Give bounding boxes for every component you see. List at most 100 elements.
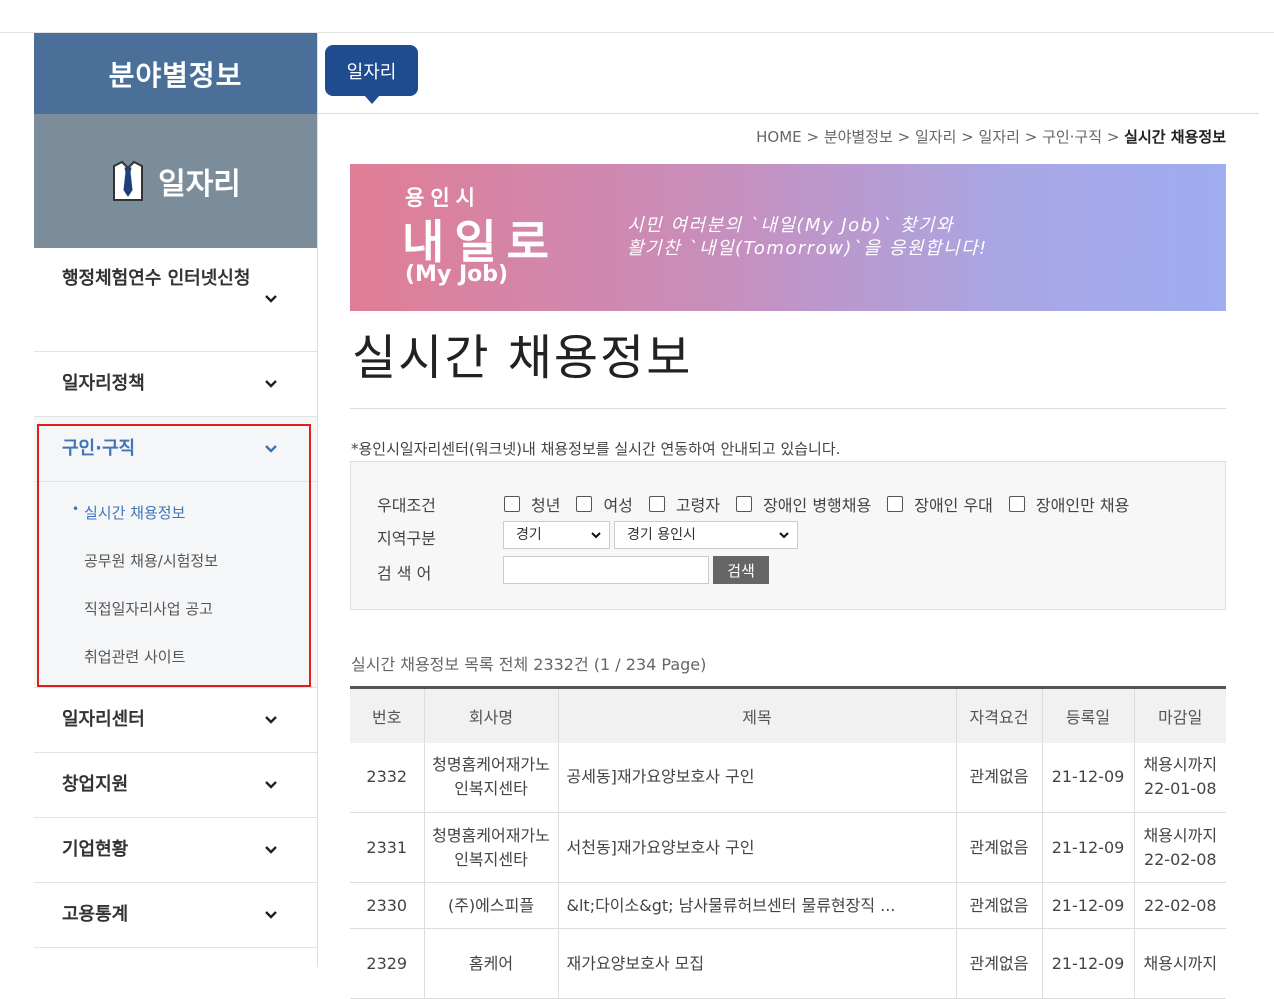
region-city-select[interactable]: 경기 용인시 [614, 521, 798, 549]
cell-reg-date: 21-12-09 [1042, 928, 1135, 999]
checkbox-youth[interactable]: 청년 [504, 492, 560, 516]
breadcrumb-home[interactable]: HOME [756, 128, 802, 146]
cell-deadline: 22-02-08 [1134, 882, 1226, 929]
cell-number: 2331 [350, 812, 425, 883]
sidebar-category: 일자리 [34, 114, 317, 248]
checkbox-senior[interactable]: 고령자 [648, 492, 721, 516]
breadcrumb-separator: > [961, 128, 974, 146]
checkbox-label: 여성 [603, 496, 633, 515]
cell-reg-date: 21-12-09 [1042, 882, 1135, 929]
chevron-down-icon [265, 846, 277, 854]
table-row[interactable]: 2329 홈케어 재가요양보호사 모집 관계없음 21-12-09 채용시까지 [350, 928, 1226, 999]
cell-title-link[interactable]: 재가요양보호사 모집 [558, 928, 957, 999]
column-header: 회사명 [424, 686, 559, 743]
condition-label: 우대조건 [377, 496, 436, 515]
checkbox-box[interactable] [648, 496, 665, 512]
sidebar-item-label: 일자리정책 [62, 373, 145, 394]
chevron-down-icon [265, 716, 277, 724]
breadcrumb-item[interactable]: 분야별정보 [824, 128, 893, 146]
breadcrumb-item[interactable]: 일자리 [979, 128, 1020, 146]
checkbox-box[interactable] [504, 496, 520, 512]
region-province-select[interactable]: 경기 [503, 521, 610, 549]
cell-reg-date: 21-12-09 [1042, 742, 1135, 813]
select-value: 경기 [516, 527, 542, 543]
chevron-down-icon [591, 532, 601, 539]
column-header: 제목 [558, 686, 957, 743]
deadline-line: 22-01-08 [1143, 779, 1217, 799]
column-header: 마감일 [1134, 686, 1226, 743]
breadcrumb-separator: > [1106, 128, 1120, 146]
shirt-tie-icon [113, 160, 144, 201]
cell-deadline: 채용시까지 22-01-08 [1134, 742, 1226, 813]
condition-checkboxes: 청년 여성 고령자 장애인 병행채용 장애인 우대 장애인만 채용 [504, 492, 1145, 516]
table-row[interactable]: 2332 청명홈케어재가노 인복지센타 공세동]재가요양보호사 구인 관계없음 2… [350, 742, 1226, 813]
sidebar-item-job-center[interactable]: 일자리센터 [34, 688, 317, 753]
cell-number: 2329 [350, 928, 425, 999]
column-header: 등록일 [1042, 686, 1135, 743]
checkbox-label: 장애인만 채용 [1035, 496, 1130, 515]
cell-company: 홈케어 [424, 928, 559, 999]
list-count: 실시간 채용정보 목록 전체 2332건 (1 / 234 Page) [351, 655, 707, 674]
banner-slogan: 시민 여러분의 `내일(My Job)` 찾기와 활기찬 `내일(Tomorro… [627, 214, 988, 260]
breadcrumb-separator: > [897, 128, 911, 146]
cell-number: 2332 [350, 742, 425, 813]
checkbox-label: 청년 [531, 496, 561, 515]
checkbox-disabled-only[interactable]: 장애인만 채용 [1008, 492, 1130, 516]
sidebar-item-statistics[interactable]: 고용통계 [34, 883, 317, 948]
column-header: 번호 [350, 686, 425, 743]
sidebar-item-label: 일자리센터 [62, 709, 145, 730]
cell-company: 청명홈케어재가노 인복지센타 [424, 742, 559, 813]
checkbox-label: 고령자 [675, 496, 721, 515]
cell-requirement: 관계없음 [956, 928, 1043, 999]
sidebar-item-companies[interactable]: 기업현황 [34, 818, 317, 883]
jobs-table: 번호 회사명 제목 자격요건 등록일 마감일 2332 청명홈케어재가노 인복지센… [350, 686, 1226, 999]
chevron-down-icon [265, 781, 277, 789]
company-line: 청명홈케어재가노 [432, 825, 550, 845]
cell-deadline: 채용시까지 [1134, 928, 1226, 999]
breadcrumb-item[interactable]: 구인·구직 [1042, 128, 1102, 146]
checkbox-box[interactable] [736, 496, 753, 512]
sidebar-item-startup[interactable]: 창업지원 [34, 753, 317, 818]
chevron-down-icon [265, 295, 277, 303]
region-label: 지역구분 [377, 529, 436, 548]
breadcrumb: HOME > 분야별정보 > 일자리 > 일자리 > 구인·구직 > 실시간 채… [756, 126, 1226, 147]
sidebar-item-label: 고용통계 [62, 904, 129, 925]
table-row[interactable]: 2331 청명홈케어재가노 인복지센타 서천동]재가요양보호사 구인 관계없음 2… [350, 812, 1226, 883]
checkbox-disabled-preferred[interactable]: 장애인 우대 [887, 492, 993, 516]
cell-requirement: 관계없음 [956, 812, 1043, 883]
cell-requirement: 관계없음 [956, 882, 1043, 929]
cell-company: (주)에스피플 [424, 882, 559, 929]
breadcrumb-current: 실시간 채용정보 [1124, 128, 1226, 146]
checkbox-label: 장애인 우대 [914, 496, 993, 515]
cell-requirement: 관계없음 [956, 742, 1043, 813]
cell-deadline: 채용시까지 22-02-08 [1134, 812, 1226, 883]
tab-jobs[interactable]: 일자리 [325, 45, 418, 96]
sidebar-item-job-policy[interactable]: 일자리정책 [34, 352, 317, 417]
banner-subtitle: (My Job) [405, 262, 509, 287]
breadcrumb-item[interactable]: 일자리 [915, 128, 956, 146]
search-panel: 우대조건 청년 여성 고령자 장애인 병행채용 장애인 우대 장애인만 채용 지… [350, 461, 1226, 610]
deadline-line: 채용시까지 [1143, 825, 1218, 845]
checkbox-box[interactable] [576, 496, 593, 512]
sidebar-item-internship[interactable]: 행정체험연수 인터넷신청 [34, 248, 317, 352]
cell-number: 2330 [350, 882, 425, 929]
banner: 용인시 내일로 (My Job) 시민 여러분의 `내일(My Job)` 찾기… [350, 164, 1226, 311]
table-row[interactable]: 2330 (주)에스피플 &lt;다이소&gt; 남사물류허브센터 물류현장직 … [350, 882, 1226, 929]
checkbox-disabled-parallel[interactable]: 장애인 병행채용 [736, 492, 871, 516]
checkbox-box[interactable] [1008, 496, 1025, 512]
sidebar-category-label: 일자리 [158, 167, 241, 202]
tab-divider [317, 113, 1259, 114]
keyword-input[interactable] [503, 556, 709, 584]
cell-company: 청명홈케어재가노 인복지센타 [424, 812, 559, 883]
cell-title-link[interactable]: 서천동]재가요양보호사 구인 [558, 812, 957, 883]
search-button[interactable]: 검색 [713, 556, 769, 584]
checkbox-box[interactable] [887, 496, 904, 512]
sidebar-item-label: 행정체험연수 인터넷신청 [62, 268, 251, 289]
cell-title-link[interactable]: 공세동]재가요양보호사 구인 [558, 742, 957, 813]
deadline-line: 22-02-08 [1143, 849, 1217, 869]
checkbox-women[interactable]: 여성 [576, 492, 633, 516]
company-line: 인복지센타 [454, 779, 528, 799]
sidebar-item-label: 창업지원 [62, 774, 129, 795]
column-header: 자격요건 [956, 686, 1043, 743]
cell-title-link[interactable]: &lt;다이소&gt; 남사물류허브센터 물류현장직 ... [558, 882, 957, 929]
